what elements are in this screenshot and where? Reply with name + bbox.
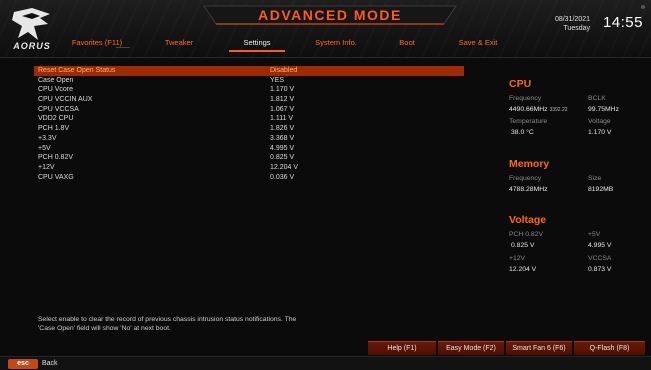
setting-value: 0.036 V <box>270 173 295 181</box>
pch-082v-label: PCH 0.82V <box>509 231 544 238</box>
setting-label: PCH 0.82V <box>38 154 74 162</box>
cpu-voltage-value: 1.170 V <box>588 129 612 136</box>
smart-fan-button[interactable]: Smart Fan 6 (F6) <box>506 341 572 355</box>
memory-size-value: 8192MB <box>588 186 614 193</box>
cpu-frequency-label: Frequency <box>509 95 542 102</box>
tab-save-exit[interactable]: Save & Exit <box>446 36 510 52</box>
setting-label: +12V <box>38 163 55 171</box>
setting-label: +5V <box>38 144 51 152</box>
setting-row-reset-case-open[interactable]: Reset Case Open Status Disabled <box>34 66 464 76</box>
setting-value: 1.111 V <box>270 115 294 123</box>
setting-row-cpu-vcore: CPU Vcore 1.170 V <box>34 85 464 95</box>
plus-12v-value: 12.204 V <box>509 266 537 273</box>
setting-row-pch-1-8v: PCH 1.8V 1.826 V <box>34 124 464 134</box>
tab-boot[interactable]: Boot <box>382 36 432 52</box>
tab-settings[interactable]: Settings <box>224 36 290 52</box>
header-bar: AORUS ADVANCED MODE Favorites (F11) Twea… <box>0 0 651 58</box>
page-title: ADVANCED MODE <box>258 7 402 23</box>
setting-value: 4.995 V <box>270 144 295 152</box>
title-banner: ADVANCED MODE <box>200 4 460 26</box>
setting-value: 1.826 V <box>270 125 295 133</box>
tab-favorites[interactable]: Favorites (F11) <box>60 36 134 52</box>
weekday-display: Tuesday <box>563 25 590 32</box>
setting-label: PCH 1.8V <box>38 125 70 133</box>
plus-5v-label: +5V <box>588 231 601 238</box>
clock-display: 14:55 <box>602 14 643 31</box>
setting-row-3-3v: +3.3V 3.368 V <box>34 134 464 144</box>
cpu-temperature-value: 38.0 °C <box>511 129 534 136</box>
vccsa-value: 0.873 V <box>588 266 612 273</box>
brand-name: AORUS <box>13 41 51 51</box>
help-line: 'Case Open' field will show 'No' at next… <box>38 325 171 332</box>
setting-value: 1.812 V <box>270 96 295 104</box>
setting-label: CPU Vcore <box>38 86 74 94</box>
help-button[interactable]: Help (F1) <box>368 341 436 355</box>
setting-value: YES <box>270 76 285 84</box>
setting-row-vdd2-cpu: VDD2 CPU 1.111 V <box>34 114 464 124</box>
setting-value: 12.204 V <box>270 163 299 171</box>
date-display: 08/31/2021 <box>554 16 590 23</box>
setting-value: 3.368 V <box>270 134 295 142</box>
setting-row-12v: +12V 12.204 V <box>34 163 464 173</box>
memory-frequency-value: 4788.28MHz <box>509 186 548 193</box>
setting-row-5v: +5V 4.995 V <box>34 144 464 154</box>
setting-label: CPU VAXG <box>38 173 74 181</box>
cpu-voltage-label: Voltage <box>588 118 611 125</box>
setting-label: VDD2 CPU <box>38 115 74 123</box>
footer-bar: esc Back <box>0 356 651 370</box>
setting-row-cpu-vaxg: CPU VAXG 0.036 V <box>34 173 464 183</box>
setting-row-case-open: Case Open YES <box>34 76 464 86</box>
setting-value: 1.067 V <box>270 105 295 113</box>
cpu-frequency-value: 4490.66MHz 3392.22 <box>509 106 568 113</box>
memory-heading: Memory <box>509 158 550 170</box>
esc-key-button[interactable]: esc <box>8 359 38 369</box>
tab-system-info[interactable]: System Info. <box>300 36 372 52</box>
q-flash-button[interactable]: Q-Flash (F8) <box>574 341 645 355</box>
back-label: Back <box>42 360 58 367</box>
setting-row-cpu-vccin-aux: CPU VCCIN AUX 1.812 V <box>34 95 464 105</box>
easy-mode-button[interactable]: Easy Mode (F2) <box>438 341 504 355</box>
plus-5v-value: 4.995 V <box>588 242 612 249</box>
setting-label: CPU VCCSA <box>38 105 79 113</box>
memory-size-label: Size <box>588 175 602 182</box>
cpu-heading: CPU <box>509 78 532 90</box>
cpu-frequency-sub: 3392.22 <box>549 107 568 113</box>
setting-label: CPU VCCIN AUX <box>38 96 93 104</box>
pch-082v-value: 0.825 V <box>511 242 535 249</box>
setting-row-cpu-vccsa: CPU VCCSA 1.067 V <box>34 105 464 115</box>
setting-label: Reset Case Open Status <box>38 67 116 74</box>
setting-row-pch-0-82v: PCH 0.82V 0.825 V <box>34 153 464 163</box>
cpu-temperature-label: Temperature <box>509 118 548 125</box>
help-description: Select enable to clear the record of pre… <box>38 315 458 333</box>
hardware-info-panel: CPU Frequency BCLK 4490.66MHz 3392.22 99… <box>500 62 651 332</box>
help-line: Select enable to clear the record of pre… <box>38 316 297 323</box>
voltage-heading: Voltage <box>509 214 547 226</box>
plus-12v-label: +12V <box>509 255 526 262</box>
settings-list: Reset Case Open Status Disabled Case Ope… <box>34 66 464 182</box>
setting-value: 0.825 V <box>270 154 295 162</box>
cpu-bclk-label: BCLK <box>588 95 606 102</box>
setting-value[interactable]: Disabled <box>270 66 297 76</box>
corner-indicator-icon <box>641 5 645 9</box>
memory-frequency-label: Frequency <box>509 175 542 182</box>
setting-label: Case Open <box>38 76 74 84</box>
cpu-bclk-value: 99.75MHz <box>588 106 619 113</box>
setting-value: 1.170 V <box>270 86 295 94</box>
vccsa-label: VCCSA <box>588 255 612 262</box>
tab-tweaker[interactable]: Tweaker <box>144 36 214 52</box>
setting-label: +3.3V <box>38 134 57 142</box>
